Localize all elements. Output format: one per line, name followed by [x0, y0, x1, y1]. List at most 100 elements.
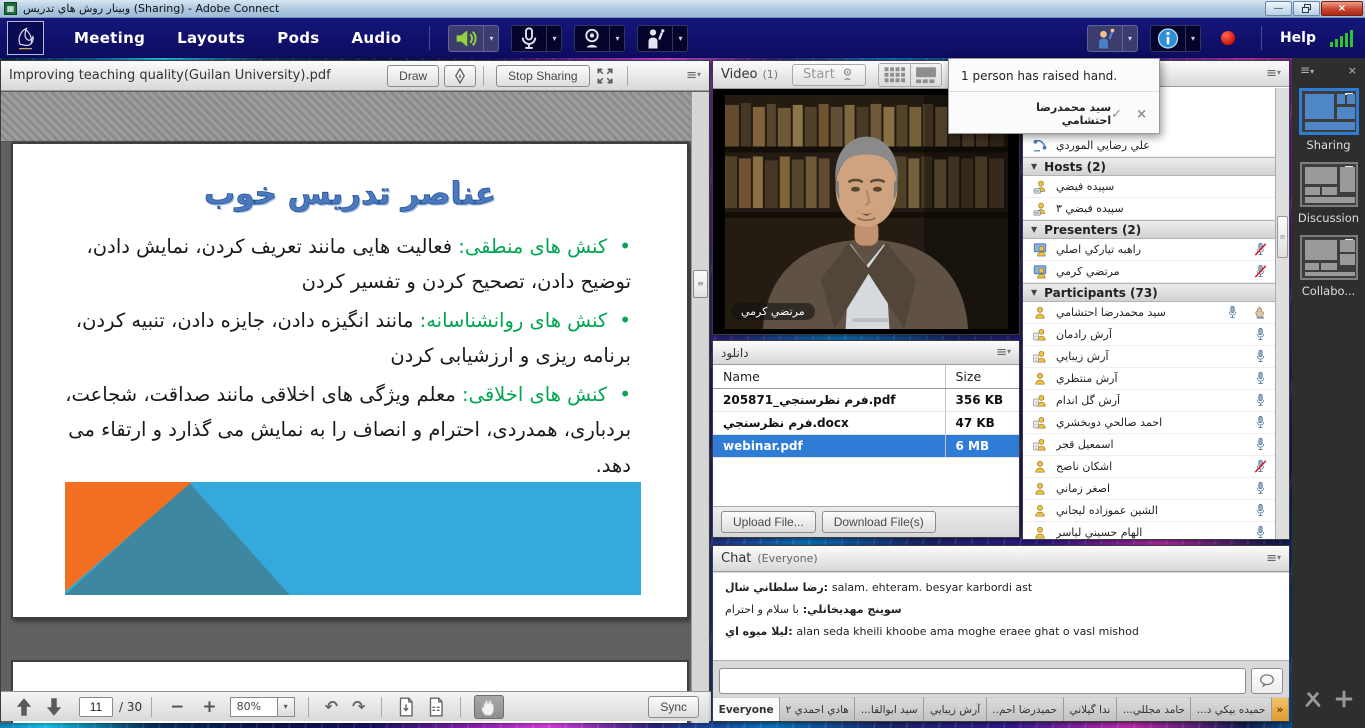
- menu-pods[interactable]: Pods: [277, 29, 319, 47]
- zoom-level-select[interactable]: 80% ▾: [230, 697, 295, 717]
- zoom-in-button[interactable]: +: [202, 697, 216, 717]
- microphone-muted-icon[interactable]: [1253, 242, 1268, 257]
- attendees-scrollbar[interactable]: ≡: [1275, 88, 1289, 539]
- microphone-icon[interactable]: [511, 25, 547, 52]
- microphone-icon[interactable]: [1253, 393, 1268, 408]
- add-layout-icon[interactable]: [1333, 688, 1355, 710]
- microphone-icon[interactable]: [1253, 349, 1268, 364]
- file-row[interactable]: فرم نظرسنجي.docx 47 KB: [713, 412, 1019, 435]
- attendee-row[interactable]: راهبه تياركي اصلي: [1023, 239, 1276, 261]
- menu-layouts[interactable]: Layouts: [177, 29, 245, 47]
- zoom-dropdown-icon[interactable]: ▾: [278, 697, 295, 717]
- raised-hand-icon[interactable]: [1087, 25, 1123, 52]
- pan-hand-tool[interactable]: [474, 695, 504, 719]
- info-control[interactable]: ▾: [1150, 25, 1201, 52]
- previous-page-button[interactable]: [13, 696, 35, 718]
- attendee-row[interactable]: سپيده فيضي: [1023, 176, 1276, 198]
- file-row[interactable]: فرم نظرسنجي_205871.pdf 356 KB: [713, 389, 1019, 412]
- redo-button[interactable]: ↷: [352, 697, 365, 716]
- file-row-selected[interactable]: webinar.pdf 6 MB: [713, 435, 1019, 458]
- dismiss-x-icon[interactable]: ×: [1136, 107, 1147, 122]
- download-files-button[interactable]: Download File(s): [822, 511, 936, 533]
- layout-discussion-thumbnail[interactable]: [1300, 162, 1358, 207]
- send-message-button[interactable]: [1251, 668, 1283, 694]
- start-webcam-button[interactable]: Start: [792, 64, 866, 86]
- participants-section-header[interactable]: ▼ Participants (73): [1023, 283, 1276, 302]
- speaker-dropdown[interactable]: ▾: [484, 25, 499, 52]
- microphone-icon[interactable]: [1225, 305, 1240, 320]
- microphone-icon[interactable]: [1253, 525, 1268, 540]
- fullscreen-icon[interactable]: [594, 65, 616, 87]
- info-icon[interactable]: [1150, 25, 1186, 52]
- next-page-button[interactable]: [43, 696, 65, 718]
- menu-audio[interactable]: Audio: [351, 29, 401, 47]
- microphone-muted-icon[interactable]: [1253, 459, 1268, 474]
- raised-hand-icon[interactable]: [1253, 305, 1268, 320]
- files-pod-menu-icon[interactable]: ≡▾: [996, 345, 1011, 360]
- layout-tools-icon[interactable]: [1302, 688, 1324, 710]
- connection-signal-icon[interactable]: [1330, 30, 1353, 47]
- files-column-name[interactable]: Name: [713, 365, 945, 389]
- approve-check-icon[interactable]: ✓: [1111, 107, 1122, 122]
- sidebar-menu-icon[interactable]: ≡▾: [1300, 63, 1314, 77]
- microphone-dropdown[interactable]: ▾: [547, 25, 562, 52]
- microphone-icon[interactable]: [1253, 415, 1268, 430]
- attendee-row[interactable]: آرش منتظري: [1023, 368, 1276, 390]
- webcam-control[interactable]: ▾: [574, 25, 625, 52]
- document-scrollbar[interactable]: ≡: [691, 92, 709, 723]
- speaker-icon[interactable]: [448, 25, 484, 52]
- files-column-size[interactable]: Size: [945, 365, 1019, 389]
- close-button[interactable]: ×: [1321, 1, 1363, 16]
- page-number-input[interactable]: [79, 697, 113, 717]
- attendee-row[interactable]: الهام حسيني لياسر: [1023, 522, 1276, 540]
- scrollbar-thumb[interactable]: ≡: [693, 270, 708, 298]
- speaker-control[interactable]: ▾: [448, 25, 499, 52]
- attendee-row[interactable]: احمد صالحي دوبخشري: [1023, 412, 1276, 434]
- share-pod-menu-icon[interactable]: ≡▾: [686, 68, 701, 83]
- filmstrip-view-icon[interactable]: [910, 64, 941, 86]
- chat-tab-private[interactable]: سيد ابوالقا...: [855, 697, 924, 721]
- presenters-section-header[interactable]: ▼ Presenters (2): [1023, 220, 1276, 239]
- microphone-icon[interactable]: [1253, 371, 1268, 386]
- zoom-out-button[interactable]: −: [170, 697, 184, 717]
- upload-file-button[interactable]: Upload File...: [721, 511, 816, 533]
- attendee-row[interactable]: مرتضي كرمي: [1023, 261, 1276, 283]
- fit-width-icon[interactable]: [425, 696, 447, 718]
- layout-collaboration-thumbnail[interactable]: [1300, 235, 1358, 280]
- raise-hand-person-icon[interactable]: [637, 25, 673, 52]
- pointer-pen-button[interactable]: [444, 65, 476, 87]
- zoom-level-value[interactable]: 80%: [230, 697, 278, 717]
- raised-hand-dropdown[interactable]: ▾: [1123, 25, 1138, 52]
- webcam-dropdown[interactable]: ▾: [610, 25, 625, 52]
- chat-tab-private[interactable]: آرش زيبايي: [924, 697, 987, 721]
- restore-button[interactable]: [1293, 1, 1320, 16]
- scrollbar-thumb[interactable]: ≡: [1277, 216, 1288, 258]
- grid-view-icon[interactable]: [879, 64, 910, 86]
- microphone-icon[interactable]: [1253, 327, 1268, 342]
- chat-tab-private[interactable]: حميده بيكي د...: [1191, 697, 1271, 721]
- fit-page-icon[interactable]: [395, 696, 417, 718]
- status-dropdown[interactable]: ▾: [673, 25, 688, 52]
- attendee-row[interactable]: سيد محمدرضا احتشامي: [1023, 302, 1276, 324]
- attendee-row[interactable]: آرش زيبايي: [1023, 346, 1276, 368]
- help-menu[interactable]: Help: [1280, 30, 1316, 46]
- sync-button[interactable]: Sync: [648, 696, 699, 718]
- attendee-row[interactable]: علي رضايي الموردي: [1023, 135, 1276, 157]
- attendee-row[interactable]: اصغر زماني: [1023, 478, 1276, 500]
- status-control[interactable]: ▾: [637, 25, 688, 52]
- undo-button[interactable]: ↶: [325, 697, 338, 716]
- chat-tab-private[interactable]: حميدرضا احم..: [987, 697, 1064, 721]
- draw-button[interactable]: Draw: [387, 65, 439, 87]
- microphone-icon[interactable]: [1253, 481, 1268, 496]
- attendee-row[interactable]: آرش رادمان: [1023, 324, 1276, 346]
- attendees-pod-menu-icon[interactable]: ≡▾: [1266, 66, 1281, 81]
- chat-tab-everyone[interactable]: Everyone: [713, 697, 780, 721]
- info-dropdown[interactable]: ▾: [1186, 25, 1201, 52]
- microphone-icon[interactable]: [1253, 437, 1268, 452]
- attendee-row[interactable]: اشكان ناصح: [1023, 456, 1276, 478]
- attendee-row[interactable]: سپيده فيضي ۳: [1023, 198, 1276, 220]
- chat-tab-private[interactable]: هادي احمدي ۲: [780, 697, 855, 721]
- chat-pod-menu-icon[interactable]: ≡▾: [1266, 551, 1281, 566]
- menu-meeting[interactable]: Meeting: [74, 29, 145, 47]
- hosts-section-header[interactable]: ▼ Hosts (2): [1023, 157, 1276, 176]
